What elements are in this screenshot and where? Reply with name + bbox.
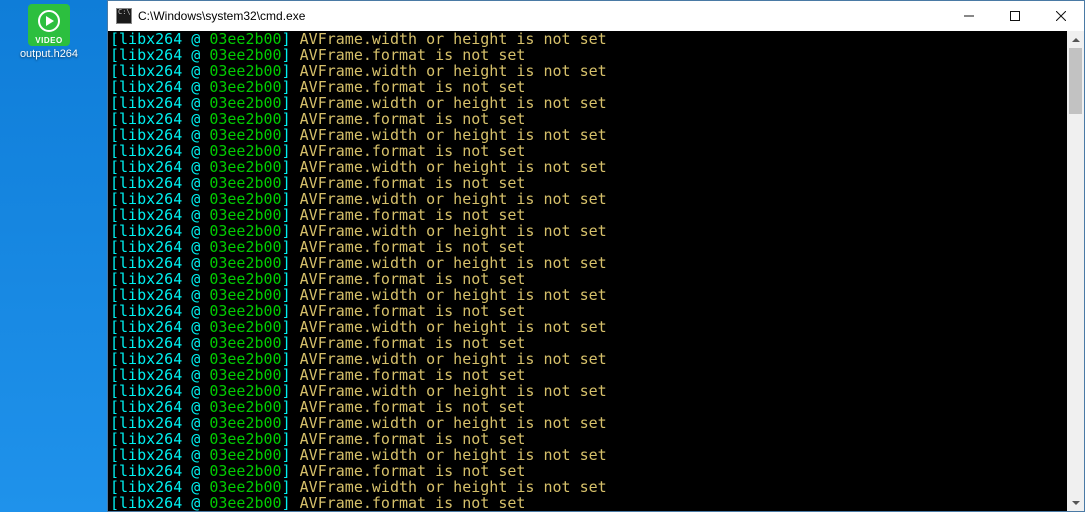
console-line: [libx264 @ 03ee2b00] AVFrame.format is n… bbox=[110, 143, 1067, 159]
video-file-icon: VIDEO bbox=[28, 4, 70, 46]
console-output[interactable]: [libx264 @ 03ee2b00] AVFrame.width or he… bbox=[108, 31, 1067, 511]
scroll-up-button[interactable] bbox=[1067, 31, 1084, 48]
console-line: [libx264 @ 03ee2b00] AVFrame.width or he… bbox=[110, 383, 1067, 399]
console-line: [libx264 @ 03ee2b00] AVFrame.width or he… bbox=[110, 95, 1067, 111]
console-line: [libx264 @ 03ee2b00] AVFrame.format is n… bbox=[110, 495, 1067, 511]
window-controls bbox=[946, 1, 1084, 31]
console-line: [libx264 @ 03ee2b00] AVFrame.format is n… bbox=[110, 207, 1067, 223]
window-title: C:\Windows\system32\cmd.exe bbox=[138, 9, 946, 23]
console-line: [libx264 @ 03ee2b00] AVFrame.format is n… bbox=[110, 431, 1067, 447]
maximize-button[interactable] bbox=[992, 1, 1038, 31]
console-line: [libx264 @ 03ee2b00] AVFrame.width or he… bbox=[110, 287, 1067, 303]
console-area: [libx264 @ 03ee2b00] AVFrame.width or he… bbox=[108, 31, 1084, 511]
vertical-scrollbar[interactable] bbox=[1067, 31, 1084, 511]
console-line: [libx264 @ 03ee2b00] AVFrame.width or he… bbox=[110, 31, 1067, 47]
console-line: [libx264 @ 03ee2b00] AVFrame.width or he… bbox=[110, 191, 1067, 207]
console-line: [libx264 @ 03ee2b00] AVFrame.format is n… bbox=[110, 367, 1067, 383]
console-line: [libx264 @ 03ee2b00] AVFrame.format is n… bbox=[110, 399, 1067, 415]
maximize-icon bbox=[1010, 11, 1020, 21]
console-line: [libx264 @ 03ee2b00] AVFrame.format is n… bbox=[110, 463, 1067, 479]
console-line: [libx264 @ 03ee2b00] AVFrame.format is n… bbox=[110, 79, 1067, 95]
video-file-icon-badge: VIDEO bbox=[28, 36, 70, 45]
console-line: [libx264 @ 03ee2b00] AVFrame.width or he… bbox=[110, 159, 1067, 175]
console-line: [libx264 @ 03ee2b00] AVFrame.format is n… bbox=[110, 239, 1067, 255]
minimize-icon bbox=[964, 11, 974, 21]
console-line: [libx264 @ 03ee2b00] AVFrame.width or he… bbox=[110, 415, 1067, 431]
close-button[interactable] bbox=[1038, 1, 1084, 31]
desktop: VIDEO output.h264 C:\Windows\system32\cm… bbox=[0, 0, 1085, 512]
cmd-icon bbox=[116, 8, 132, 24]
console-line: [libx264 @ 03ee2b00] AVFrame.width or he… bbox=[110, 351, 1067, 367]
scroll-down-button[interactable] bbox=[1067, 494, 1084, 511]
console-line: [libx264 @ 03ee2b00] AVFrame.width or he… bbox=[110, 223, 1067, 239]
console-line: [libx264 @ 03ee2b00] AVFrame.width or he… bbox=[110, 63, 1067, 79]
console-line: [libx264 @ 03ee2b00] AVFrame.width or he… bbox=[110, 319, 1067, 335]
console-line: [libx264 @ 03ee2b00] AVFrame.format is n… bbox=[110, 111, 1067, 127]
cmd-window: C:\Windows\system32\cmd.exe [libx264 @ 0… bbox=[107, 0, 1085, 512]
console-line: [libx264 @ 03ee2b00] AVFrame.format is n… bbox=[110, 47, 1067, 63]
console-line: [libx264 @ 03ee2b00] AVFrame.width or he… bbox=[110, 447, 1067, 463]
minimize-button[interactable] bbox=[946, 1, 992, 31]
console-line: [libx264 @ 03ee2b00] AVFrame.width or he… bbox=[110, 127, 1067, 143]
console-line: [libx264 @ 03ee2b00] AVFrame.format is n… bbox=[110, 271, 1067, 287]
console-line: [libx264 @ 03ee2b00] AVFrame.format is n… bbox=[110, 335, 1067, 351]
scroll-thumb[interactable] bbox=[1069, 48, 1082, 114]
titlebar[interactable]: C:\Windows\system32\cmd.exe bbox=[108, 1, 1084, 31]
console-line: [libx264 @ 03ee2b00] AVFrame.format is n… bbox=[110, 303, 1067, 319]
console-line: [libx264 @ 03ee2b00] AVFrame.format is n… bbox=[110, 175, 1067, 191]
console-line: [libx264 @ 03ee2b00] AVFrame.width or he… bbox=[110, 479, 1067, 495]
desktop-file-label: output.h264 bbox=[14, 48, 84, 60]
desktop-file-output-h264[interactable]: VIDEO output.h264 bbox=[14, 4, 84, 60]
close-icon bbox=[1056, 11, 1066, 21]
console-line: [libx264 @ 03ee2b00] AVFrame.width or he… bbox=[110, 255, 1067, 271]
